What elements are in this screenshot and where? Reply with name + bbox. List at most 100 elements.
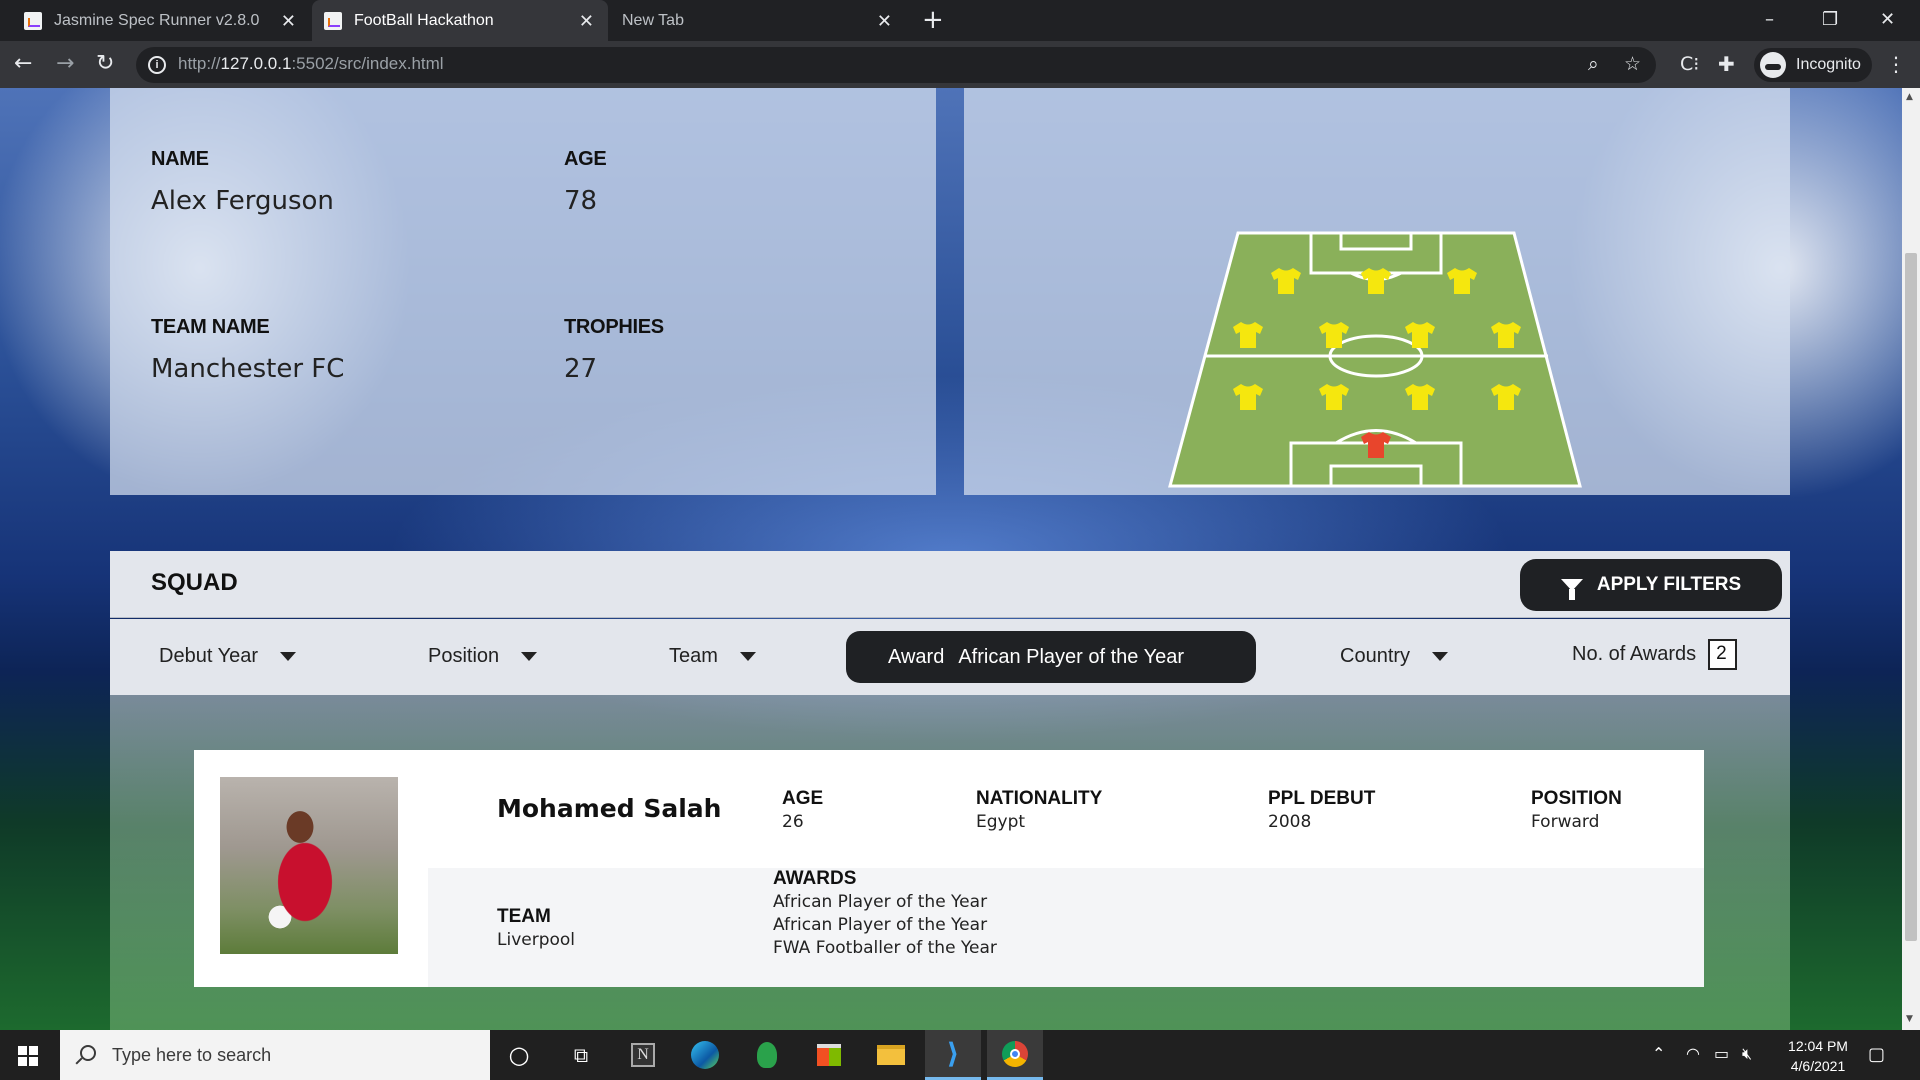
player-awards-label: AWARDS: [773, 868, 857, 889]
team-dropdown[interactable]: Team: [669, 645, 756, 668]
caret-down-icon: [279, 652, 296, 661]
position-dropdown[interactable]: Position: [428, 645, 538, 668]
team-name-label: TEAM NAME: [151, 316, 270, 338]
clock-date: 4/6/2021: [1790, 1058, 1846, 1074]
scrollbar-thumb[interactable]: [1905, 253, 1917, 941]
award-label: Award: [888, 645, 945, 668]
url-host: 127.0.0.1: [220, 54, 292, 73]
apply-filters-label: APPLY FILTERS: [1596, 574, 1742, 595]
taskbar-clock[interactable]: 12:04 PM 4/6/2021: [1768, 1036, 1868, 1076]
reload-icon[interactable]: ↻: [96, 49, 114, 79]
chrome-icon[interactable]: [987, 1030, 1043, 1080]
windows-start-icon[interactable]: [18, 1046, 38, 1066]
close-tab-icon[interactable]: ✕: [877, 11, 892, 32]
player-name: Mohamed Salah: [497, 794, 722, 823]
minimize-window-icon[interactable]: –: [1765, 6, 1774, 34]
page-viewport: NAME Alex Ferguson AGE 78 TEAM NAME Manc…: [0, 88, 1902, 1030]
cast-extension-icon[interactable]: C⁝: [1680, 49, 1699, 79]
country-label: Country: [1340, 645, 1411, 667]
scroll-up-arrow-icon[interactable]: ▲: [1906, 92, 1913, 102]
apply-filters-button[interactable]: APPLY FILTERS: [1520, 559, 1782, 611]
page-scrollbar[interactable]: ▲ ▼: [1902, 88, 1920, 1030]
player-nationality: Egypt: [976, 812, 1026, 832]
formation-pitch: [1168, 231, 1582, 488]
close-tab-icon[interactable]: ✕: [281, 11, 296, 32]
scroll-down-arrow-icon[interactable]: ▼: [1906, 1014, 1913, 1024]
tab-jasmine-spec-runner[interactable]: Jasmine Spec Runner v2.8.0 ✕: [0, 0, 310, 41]
edge-icon[interactable]: [677, 1030, 733, 1080]
cortana-icon[interactable]: ○: [491, 1030, 547, 1080]
squad-title: SQUAD: [151, 569, 238, 596]
close-window-icon[interactable]: ✕: [1880, 6, 1895, 34]
player-team: Liverpool: [497, 930, 576, 950]
player-card[interactable]: Mohamed Salah AGE 26 NATIONALITY Egypt P…: [194, 750, 1704, 987]
vscode-icon[interactable]: ⟩: [925, 1030, 981, 1080]
player-age-label: AGE: [782, 788, 824, 809]
windows-taskbar: Type here to search ○ ⧉ N ⟩ ⌃ ◠ ▭ 🔇︎ 12:…: [0, 1030, 1920, 1080]
browser-menu-icon[interactable]: ⋮: [1886, 49, 1906, 79]
address-bar[interactable]: i http://127.0.0.1:5502/src/index.html ⌕…: [136, 47, 1656, 83]
number-of-awards-label: No. of Awards: [1572, 643, 1697, 665]
browser-tab-strip: Jasmine Spec Runner v2.8.0 ✕ FootBall Ha…: [0, 0, 1920, 41]
restore-window-icon[interactable]: ❐: [1822, 6, 1838, 34]
tab-title: FootBall Hackathon: [354, 11, 494, 29]
team-label: Team: [669, 645, 718, 667]
player-card-details-row: [428, 868, 1704, 987]
manager-name: Alex Ferguson: [151, 186, 334, 216]
notifications-icon[interactable]: ▢: [1868, 1044, 1885, 1065]
incognito-profile-button[interactable]: Incognito: [1754, 48, 1872, 82]
debut-year-label: Debut Year: [159, 645, 258, 667]
player-award-item: African Player of the Year: [773, 892, 988, 912]
caret-down-icon: [1432, 652, 1449, 661]
debut-year-dropdown[interactable]: Debut Year: [159, 645, 296, 668]
filter-bar: Debut Year Position Team Award African P…: [110, 619, 1790, 695]
caret-down-icon: [521, 652, 538, 661]
trophies-label: TROPHIES: [564, 316, 664, 338]
player-position-label: POSITION: [1531, 788, 1622, 809]
country-dropdown[interactable]: Country: [1340, 645, 1449, 668]
taskbar-search-box[interactable]: Type here to search: [60, 1030, 490, 1080]
incognito-icon: [1760, 52, 1786, 78]
extensions-puzzle-icon[interactable]: ✚: [1718, 49, 1735, 79]
back-arrow-icon[interactable]: ←: [14, 49, 32, 79]
tab-title: New Tab: [622, 11, 684, 29]
zoom-icon[interactable]: ⌕: [1588, 53, 1599, 75]
app-icon[interactable]: [739, 1030, 795, 1080]
profile-label: Incognito: [1796, 56, 1861, 73]
close-tab-icon[interactable]: ✕: [579, 11, 594, 32]
player-age: 26: [782, 812, 804, 832]
url-path: :5502/src/index.html: [291, 54, 444, 73]
task-view-icon[interactable]: ⧉: [553, 1030, 609, 1080]
tab-favicon-icon: [324, 11, 342, 30]
position-label: Position: [428, 645, 500, 667]
wifi-icon[interactable]: ◠: [1686, 1044, 1700, 1063]
battery-icon[interactable]: ▭: [1714, 1044, 1729, 1063]
volume-muted-icon[interactable]: 🔇︎: [1742, 1044, 1752, 1064]
tray-chevron-up-icon[interactable]: ⌃: [1652, 1044, 1665, 1063]
store-icon[interactable]: [801, 1030, 857, 1080]
award-selected-value: African Player of the Year: [958, 645, 1185, 668]
player-debut: 2008: [1268, 812, 1312, 832]
award-filter[interactable]: Award African Player of the Year: [846, 631, 1256, 683]
filter-funnel-icon: [1560, 579, 1583, 600]
file-explorer-icon[interactable]: [863, 1030, 919, 1080]
forward-arrow-icon[interactable]: →: [56, 49, 74, 79]
url-text[interactable]: http://127.0.0.1:5502/src/index.html: [178, 54, 444, 74]
number-of-awards-filter: No. of Awards 2: [1572, 639, 1738, 670]
clock-time: 12:04 PM: [1788, 1038, 1848, 1054]
notion-icon[interactable]: N: [615, 1030, 671, 1080]
tab-football-hackathon[interactable]: FootBall Hackathon ✕: [312, 0, 608, 41]
tab-title: Jasmine Spec Runner v2.8.0: [54, 11, 260, 29]
search-icon: [80, 1045, 96, 1061]
site-info-icon[interactable]: i: [148, 56, 166, 74]
tab-new-tab[interactable]: New Tab ✕: [606, 0, 906, 41]
player-debut-label: PPL DEBUT: [1268, 788, 1376, 809]
player-nationality-label: NATIONALITY: [976, 788, 1103, 809]
manager-age-label: AGE: [564, 148, 607, 170]
number-of-awards-input[interactable]: 2: [1708, 639, 1738, 670]
player-award-item: FWA Footballer of the Year: [773, 938, 997, 958]
trophies-count: 27: [564, 354, 598, 384]
bookmark-star-icon[interactable]: ☆: [1624, 53, 1641, 75]
new-tab-plus-icon[interactable]: +: [922, 6, 944, 34]
player-photo: [220, 777, 398, 954]
